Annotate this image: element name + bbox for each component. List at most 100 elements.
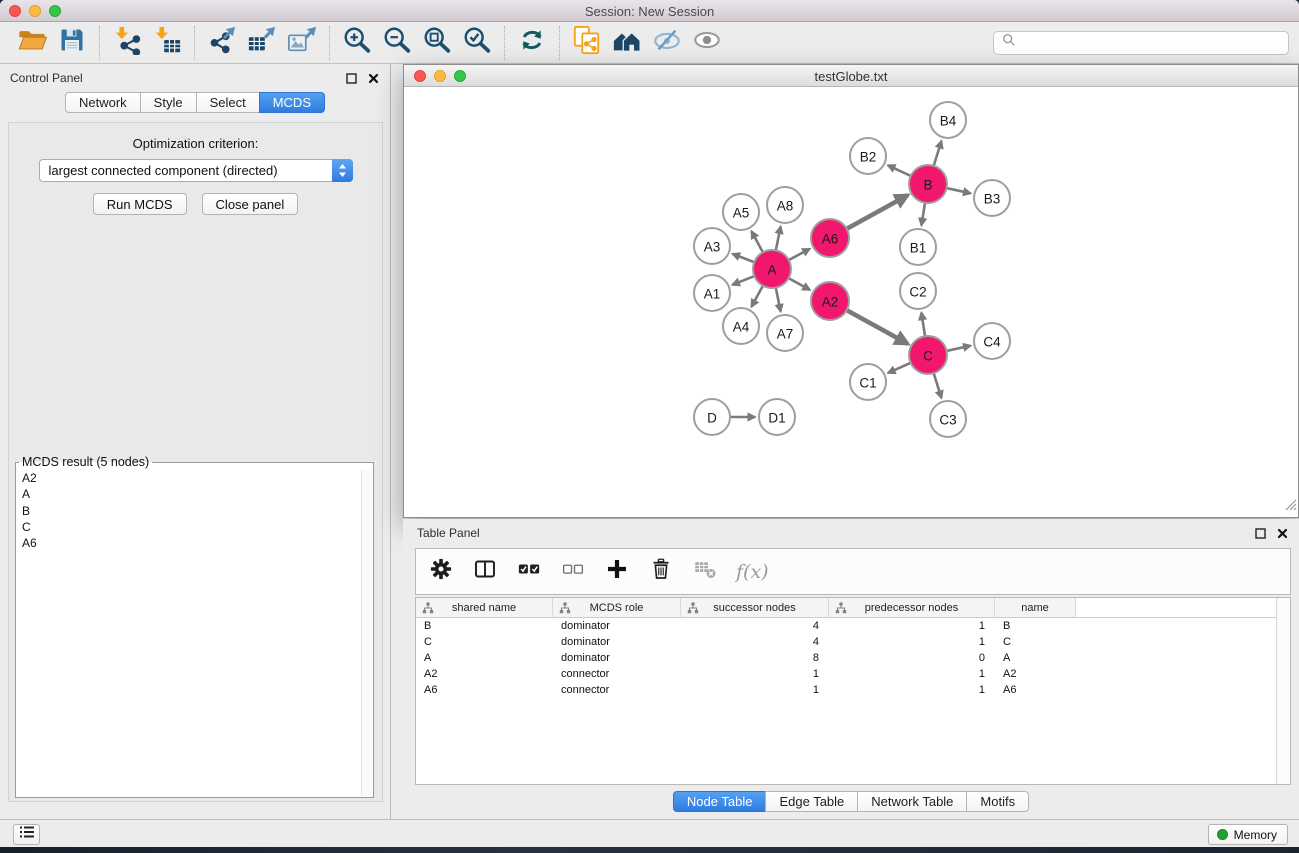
column-header-predecessor-nodes[interactable]: predecessor nodes (829, 598, 995, 617)
graph-node-A5[interactable]: A5 (723, 194, 759, 230)
tab-edge-table[interactable]: Edge Table (765, 791, 858, 812)
table-row-c[interactable]: Cdominator41C (416, 634, 1290, 650)
tab-style[interactable]: Style (140, 92, 197, 113)
export-image-button[interactable] (282, 26, 322, 60)
float-table-panel-button[interactable] (1254, 527, 1267, 540)
toolbar-separator (99, 26, 100, 60)
graph-node-A3[interactable]: A3 (694, 228, 730, 264)
show-hide-details-button[interactable] (647, 26, 687, 60)
float-panel-button[interactable] (345, 72, 358, 85)
mcds-result-item-b[interactable]: B (22, 503, 373, 519)
task-history-button[interactable] (13, 824, 40, 845)
tab-network[interactable]: Network (65, 92, 141, 113)
cell-successor-nodes: 4 (681, 636, 829, 648)
run-mcds-button[interactable]: Run MCDS (93, 193, 187, 215)
graph-node-B3[interactable]: B3 (974, 180, 1010, 216)
graph-node-label: C (923, 349, 933, 364)
save-session-button[interactable] (52, 26, 92, 60)
tab-motifs[interactable]: Motifs (966, 791, 1029, 812)
graph-node-B2[interactable]: B2 (850, 138, 886, 174)
criterion-selected-value: largest connected component (directed) (49, 163, 278, 178)
import-table-button[interactable] (147, 26, 187, 60)
resize-grip[interactable] (1283, 497, 1297, 516)
open-session-button[interactable] (12, 26, 52, 60)
delete-table-icon (693, 557, 717, 586)
graph-node-B[interactable]: B (909, 165, 947, 203)
deselect-all-rows-button[interactable] (558, 557, 588, 587)
graph-node-A1[interactable]: A1 (694, 275, 730, 311)
column-header-label: successor nodes (713, 602, 796, 614)
graph-node-B4[interactable]: B4 (930, 102, 966, 138)
import-network-button[interactable] (107, 26, 147, 60)
graph-node-A2[interactable]: A2 (811, 282, 849, 320)
column-header-shared-name[interactable]: shared name (416, 598, 553, 617)
control-panel-title: Control Panel (10, 71, 83, 85)
graph-node-A7[interactable]: A7 (767, 315, 803, 351)
close-panel-button[interactable] (367, 72, 380, 85)
graph-node-B1[interactable]: B1 (900, 229, 936, 265)
refresh-layout-button[interactable] (512, 26, 552, 60)
export-table-button[interactable] (242, 26, 282, 60)
network-overview-button[interactable] (567, 26, 607, 60)
export-network-button[interactable] (202, 26, 242, 60)
tab-node-table[interactable]: Node Table (673, 791, 767, 812)
graph-node-label: B2 (860, 150, 877, 165)
close-table-panel-button[interactable] (1276, 527, 1289, 540)
zoom-in-button[interactable] (337, 26, 377, 60)
graph-node-C[interactable]: C (909, 336, 947, 374)
mcds-result-item-a2[interactable]: A2 (22, 470, 373, 486)
control-panel-header: Control Panel (0, 64, 390, 92)
graph-node-A8[interactable]: A8 (767, 187, 803, 223)
memory-button[interactable]: Memory (1208, 824, 1288, 845)
criterion-select[interactable]: largest connected component (directed) (39, 159, 353, 182)
checked-boxes-icon (517, 557, 541, 586)
close-panel-button-mcds[interactable]: Close panel (202, 193, 299, 215)
list-icon (19, 825, 35, 844)
select-all-rows-button[interactable] (514, 557, 544, 587)
cell-shared-name: A (416, 652, 553, 664)
table-options-button[interactable] (426, 557, 456, 587)
column-header-MCDS-role[interactable]: MCDS role (553, 598, 681, 617)
search-input[interactable] (1021, 35, 1280, 50)
birds-eye-view-button[interactable] (687, 26, 727, 60)
zoom-selected-button[interactable] (457, 26, 497, 60)
graph-node-C1[interactable]: C1 (850, 364, 886, 400)
delete-columns-button[interactable] (646, 557, 676, 587)
graph-node-label: B4 (940, 114, 957, 129)
cell-MCDS-role: connector (553, 684, 681, 696)
zoom-fit-button[interactable] (417, 26, 457, 60)
mcds-result-item-a6[interactable]: A6 (22, 535, 373, 551)
zoom-out-button[interactable] (377, 26, 417, 60)
table-row-a2[interactable]: A2connector11A2 (416, 666, 1290, 682)
graph-node-C2[interactable]: C2 (900, 273, 936, 309)
result-scrollbar[interactable] (361, 470, 372, 796)
graph-node-A4[interactable]: A4 (723, 308, 759, 344)
graph-node-A6[interactable]: A6 (811, 219, 849, 257)
graph-node-C3[interactable]: C3 (930, 401, 966, 437)
table-row-b[interactable]: Bdominator41B (416, 618, 1290, 634)
add-column-button[interactable] (602, 557, 632, 587)
application-window: Session: New Session Control Panel (0, 0, 1299, 847)
tab-network-table[interactable]: Network Table (857, 791, 967, 812)
graph-node-C4[interactable]: C4 (974, 323, 1010, 359)
graph-node-D[interactable]: D (694, 399, 730, 435)
cell-predecessor-nodes: 1 (829, 620, 995, 632)
home-button[interactable] (607, 26, 647, 60)
table-row-a6[interactable]: A6connector11A6 (416, 682, 1290, 698)
network-canvas[interactable]: A A1 A2 A3 A4 A5 A6 A7 A8 B B1 B2 B3 B4 C C1 C2 C3 C4 D D1 (404, 87, 1298, 517)
memory-status-icon (1217, 829, 1228, 840)
mcds-result-item-c[interactable]: C (22, 519, 373, 535)
table-row-a[interactable]: Adominator80A (416, 650, 1290, 666)
column-visibility-button[interactable] (470, 557, 500, 587)
graph-node-D1[interactable]: D1 (759, 399, 795, 435)
tab-mcds[interactable]: MCDS (259, 92, 325, 113)
column-header-successor-nodes[interactable]: successor nodes (681, 598, 829, 617)
table-scrollbar[interactable] (1276, 598, 1290, 784)
search-box (993, 31, 1289, 55)
mcds-result-item-a[interactable]: A (22, 486, 373, 502)
tab-select[interactable]: Select (196, 92, 260, 113)
graph-node-A[interactable]: A (753, 250, 791, 288)
search-icon (1002, 33, 1016, 52)
column-header-name[interactable]: name (995, 598, 1076, 617)
cell-successor-nodes: 1 (681, 684, 829, 696)
